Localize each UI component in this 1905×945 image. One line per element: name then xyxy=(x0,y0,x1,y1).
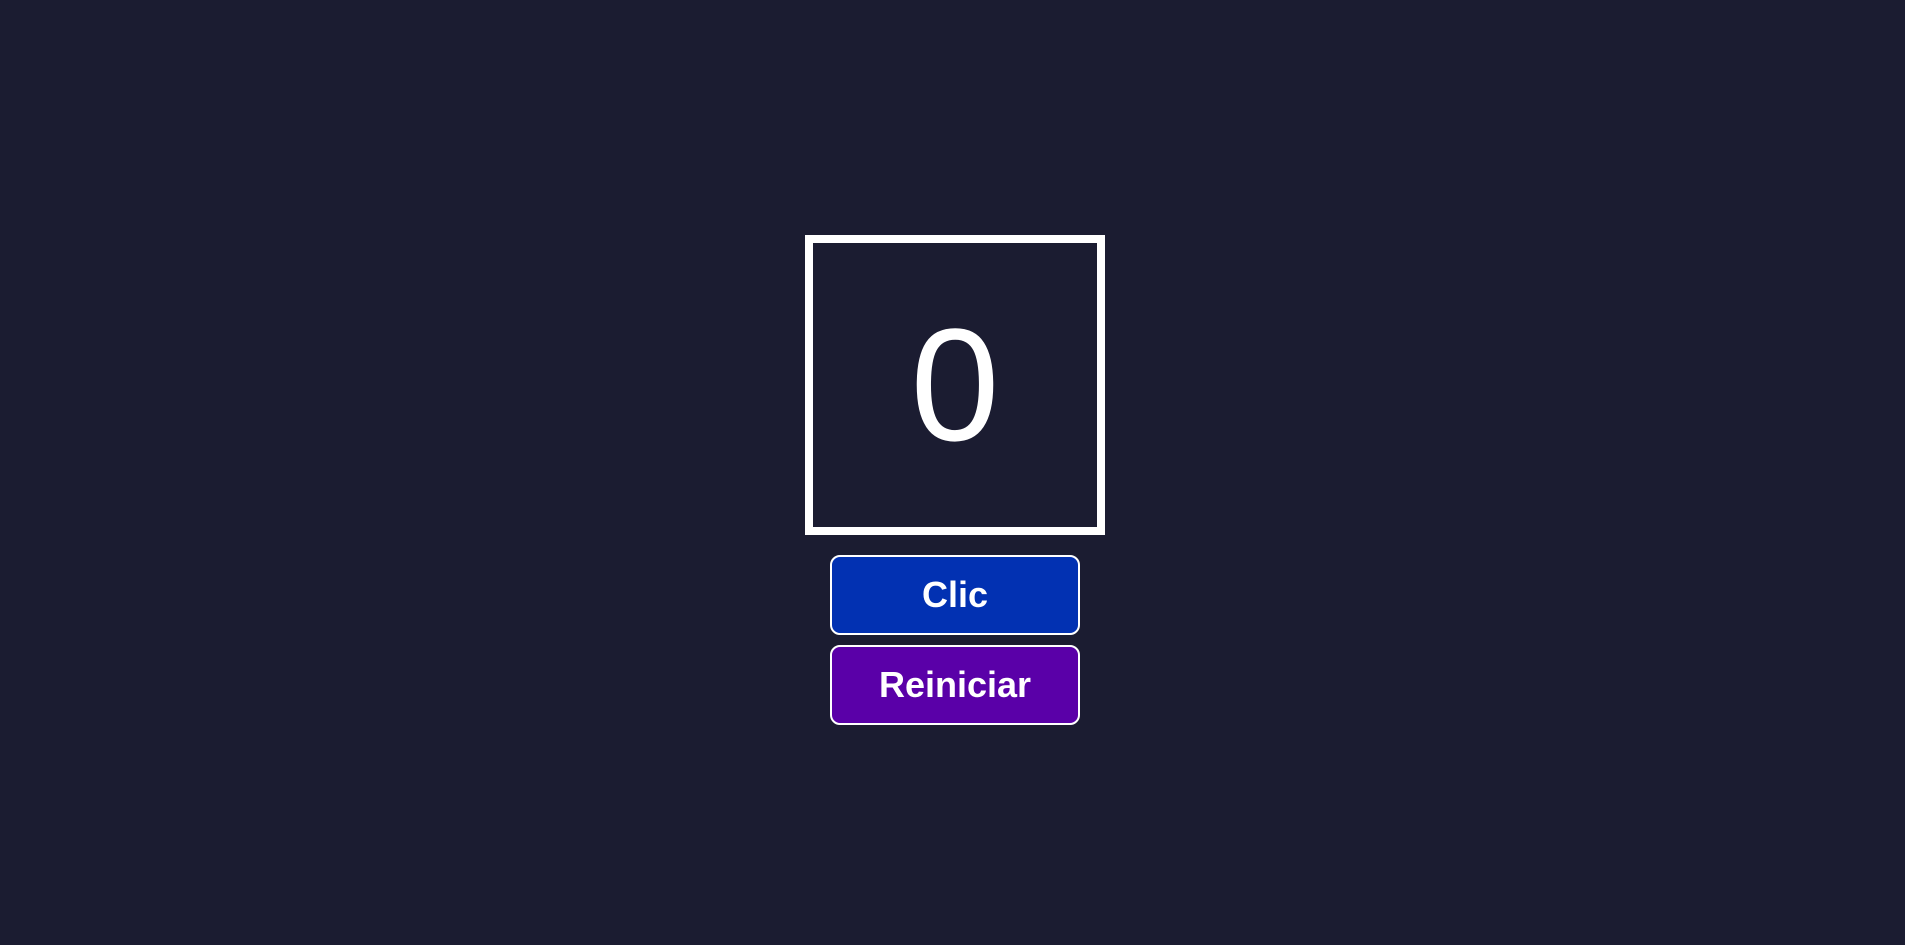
counter-display: 0 xyxy=(805,235,1105,535)
click-button[interactable]: Clic xyxy=(830,555,1080,635)
counter-value: 0 xyxy=(910,295,1000,474)
reset-button[interactable]: Reiniciar xyxy=(830,645,1080,725)
